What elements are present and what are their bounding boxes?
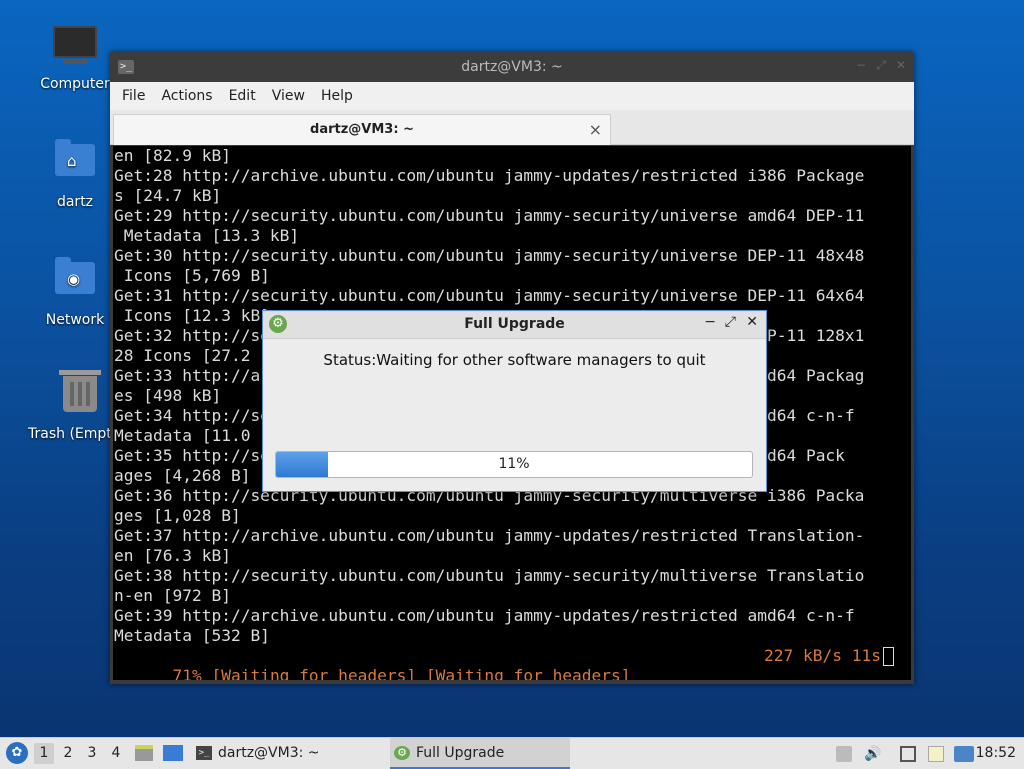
dialog-titlebar[interactable]: ⚙ Full Upgrade − ⤢ ✕ [263, 311, 766, 339]
task-full-upgrade[interactable]: ⚙ Full Upgrade [390, 738, 570, 769]
menu-help[interactable]: Help [313, 88, 361, 104]
task-label: Full Upgrade [416, 745, 505, 761]
desktop-icon-label: Network [45, 312, 105, 328]
upgrade-progress-bar: 11% [275, 451, 753, 478]
dialog-close-button[interactable]: ✕ [746, 314, 758, 330]
tab-terminal[interactable]: dartz@VM3: ~ × [113, 114, 611, 145]
progress-label: 11% [498, 456, 530, 472]
menu-actions[interactable]: Actions [153, 88, 220, 104]
output-line: Get:31 http://security.ubuntu.com/ubuntu… [114, 286, 865, 305]
desktop-icon-computer[interactable]: Computer [30, 22, 120, 92]
show-desktop-icon[interactable] [163, 745, 183, 761]
lock-screen-icon[interactable] [954, 746, 974, 762]
terminal-titlebar[interactable]: >_ dartz@VM3: ~ − ⤢ ✕ [110, 52, 914, 82]
window-title: dartz@VM3: ~ [461, 59, 563, 75]
apt-status-line: 71% [Waiting for headers] [Waiting for h… [113, 646, 911, 680]
menu-file[interactable]: File [114, 88, 153, 104]
output-line: ges [1,028 B] [114, 506, 241, 525]
dialog-maximize-button[interactable]: ⤢ [725, 314, 736, 330]
dialog-title: Full Upgrade [464, 316, 565, 332]
gear-icon: ⚙ [394, 746, 410, 760]
output-line: Get:37 http://archive.ubuntu.com/ubuntu … [114, 526, 865, 545]
home-folder-icon: ⌂ [53, 139, 97, 188]
menu-edit[interactable]: Edit [221, 88, 264, 104]
task-label: dartz@VM3: ~ [218, 745, 320, 761]
output-line: s [24.7 kB] [114, 186, 222, 205]
tab-close-icon[interactable]: × [589, 120, 602, 139]
volume-icon[interactable]: 🔊 [864, 746, 881, 762]
full-upgrade-dialog[interactable]: ⚙ Full Upgrade − ⤢ ✕ Status:Waiting for … [262, 310, 767, 492]
menu-bar: File Actions Edit View Help [110, 82, 914, 110]
dialog-status-text: Status:Waiting for other software manage… [323, 351, 706, 369]
file-manager-icon[interactable] [135, 745, 153, 761]
clipboard-icon[interactable] [928, 746, 944, 762]
dialog-minimize-button[interactable]: − [704, 314, 716, 330]
network-folder-icon: ◉ [53, 257, 97, 306]
maximize-button[interactable]: ⤢ [876, 58, 886, 73]
output-line: en [82.9 kB] [114, 146, 231, 165]
terminal-icon: >_ [196, 746, 212, 760]
output-line: Metadata [13.3 kB] [114, 226, 300, 245]
output-line: Get:39 http://archive.ubuntu.com/ubuntu … [114, 606, 855, 625]
output-line: n-en [972 B] [114, 586, 231, 605]
desktop-icon-label: Trash (Empt [28, 426, 112, 442]
close-button[interactable]: ✕ [896, 58, 906, 72]
taskbar: ✿ 1 2 3 4 >_ dartz@VM3: ~ ⚙ Full Upgrade… [0, 737, 1024, 769]
output-line: Icons [5,769 B] [114, 266, 270, 285]
output-line: Metadata [532 B] [114, 626, 270, 645]
start-menu-icon[interactable]: ✿ [6, 742, 28, 764]
desktop-icon-home[interactable]: ⌂ dartz [30, 138, 120, 210]
output-line: en [76.3 kB] [114, 546, 231, 565]
tab-strip: dartz@VM3: ~ × [110, 110, 914, 145]
workspace-4[interactable]: 4 [106, 743, 126, 764]
desktop-icon-network[interactable]: ◉ Network [30, 256, 120, 328]
output-line: Get:30 http://security.ubuntu.com/ubuntu… [114, 246, 865, 265]
update-notifier-icon[interactable] [836, 746, 852, 762]
tab-label: dartz@VM3: ~ [310, 122, 414, 137]
apt-status-left: 71% [Waiting for headers] [Waiting for h… [172, 666, 631, 680]
workspace-1[interactable]: 1 [34, 743, 54, 764]
desktop-icon-label: Computer [40, 76, 110, 92]
trash-icon [58, 370, 102, 420]
task-terminal[interactable]: >_ dartz@VM3: ~ [192, 738, 408, 769]
output-line: Get:29 http://security.ubuntu.com/ubuntu… [114, 206, 865, 225]
apt-status-rate: 227 kB/s 11s [764, 646, 881, 665]
minimize-button[interactable]: − [856, 58, 866, 72]
menu-view[interactable]: View [264, 88, 313, 104]
output-line: Get:38 http://security.ubuntu.com/ubuntu… [114, 566, 865, 585]
workspace-2[interactable]: 2 [58, 743, 78, 764]
clock[interactable]: 18:52 [976, 738, 1016, 769]
workspace-3[interactable]: 3 [82, 743, 102, 764]
desktop-icon-label: dartz [56, 194, 94, 210]
network-monitor-icon[interactable] [900, 746, 916, 762]
output-line: Get:28 http://archive.ubuntu.com/ubuntu … [114, 166, 865, 185]
computer-icon [53, 26, 97, 70]
text-cursor [883, 647, 894, 666]
